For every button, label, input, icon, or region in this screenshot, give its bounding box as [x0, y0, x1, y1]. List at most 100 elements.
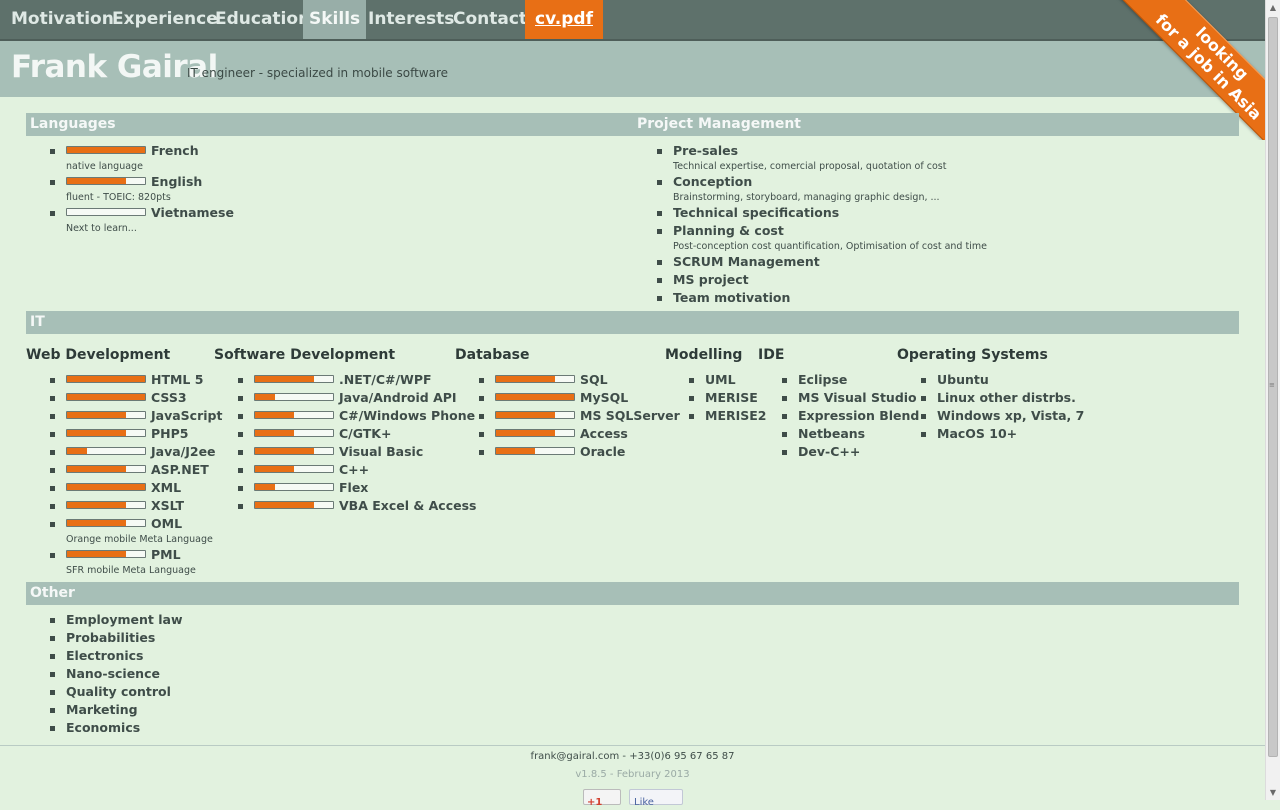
list-item: Probabilities: [50, 629, 350, 647]
list-item: PML: [50, 546, 215, 564]
cv-pdf-link[interactable]: cv.pdf: [525, 0, 603, 39]
bullet-icon: [689, 414, 694, 419]
footer-version: v1.8.5 - February 2013: [575, 769, 690, 780]
nav-skills[interactable]: Skills: [303, 0, 367, 39]
google-plus-button[interactable]: +1: [583, 789, 621, 808]
skill-level-fill: [255, 430, 294, 436]
scroll-up-icon[interactable]: ▲: [1266, 0, 1280, 15]
bullet-icon: [50, 726, 55, 731]
list-item-label: Expression Blend: [798, 408, 920, 423]
list-item: C#/Windows Phone: [238, 407, 475, 425]
list-item: Quality control: [50, 683, 350, 701]
list-item-note: Technical expertise, comercial proposal,…: [673, 161, 947, 172]
bullet-icon: [50, 654, 55, 659]
nav-education[interactable]: Education: [209, 0, 316, 39]
list-item-label: MacOS 10+: [937, 426, 1018, 441]
bullet-icon: [50, 180, 55, 185]
list-item-label: Vietnamese: [151, 205, 234, 220]
section-title-other: Other: [30, 585, 75, 601]
bullet-icon: [50, 414, 55, 419]
list-item: French: [50, 142, 610, 160]
scroll-down-icon[interactable]: ▼: [1266, 785, 1280, 800]
skill-level-fill: [255, 484, 275, 490]
list-item: MERISE: [689, 389, 759, 407]
skill-level-fill: [496, 394, 574, 400]
list-item-label: Flex: [339, 480, 369, 495]
list-item-label: Team motivation: [673, 290, 791, 305]
list-item: Netbeans: [782, 425, 902, 443]
list-item-label: MERISE2: [705, 408, 767, 423]
list-item: Visual Basic: [238, 443, 458, 461]
like-label: Like: [634, 797, 654, 808]
page-subtitle: IT engineer - specialized in mobile soft…: [187, 66, 449, 80]
bullet-icon: [50, 211, 55, 216]
list-item-label: French: [151, 143, 199, 158]
bullet-icon: [657, 211, 662, 216]
operating-systems-list: Ubuntu Linux other distrbs. Windows xp, Vi…: [921, 371, 1084, 443]
nav-interests[interactable]: Interests: [362, 0, 460, 39]
list-item-label: C#/Windows Phone: [339, 408, 476, 423]
skills-top-bar: Languages Project Management: [26, 113, 1239, 136]
list-item: MERISE2: [689, 407, 767, 425]
bullet-icon: [657, 180, 662, 185]
skill-level-meter: [495, 429, 575, 437]
modelling-list: UML MERISE MERISE2: [689, 371, 767, 425]
skill-level-fill: [67, 430, 126, 436]
footer-divider: [0, 745, 1265, 746]
bullet-icon: [479, 450, 484, 455]
list-item-label: MS SQLServer: [580, 408, 680, 423]
web-development-list: HTML 5 CSS3 JavaScript PHP5 Java/J2ee ASP.NET…: [50, 371, 222, 577]
skill-level-fill: [67, 520, 126, 526]
database-list: SQL MySQL MS SQLServer Access Oracle: [479, 371, 680, 461]
grip-icon: ≡: [1269, 381, 1275, 389]
bullet-icon: [238, 504, 243, 509]
list-item-label: MERISE: [705, 390, 758, 405]
bullet-icon: [50, 636, 55, 641]
list-item-label: Java/J2ee: [151, 444, 216, 459]
list-item-label: VBA Excel & Access: [339, 498, 477, 513]
nav-experience[interactable]: Experience: [106, 0, 224, 39]
list-item-label: Visual Basic: [339, 444, 424, 459]
top-nav: Motivation Experience Education Skills I…: [0, 0, 1265, 41]
bullet-icon: [238, 414, 243, 419]
skill-level-meter: [66, 501, 146, 509]
list-item: Marketing: [50, 701, 350, 719]
list-item: Technical specifications: [657, 204, 1217, 222]
skill-level-meter: [66, 375, 146, 383]
list-item: Pre-sales: [657, 142, 1217, 160]
skill-level-meter: [66, 208, 146, 216]
ide-heading: IDE: [758, 347, 785, 363]
list-item-label: Netbeans: [798, 426, 866, 441]
bullet-icon: [50, 504, 55, 509]
list-item-label: Conception: [673, 174, 753, 189]
skill-level-fill: [67, 551, 126, 557]
vertical-scrollbar[interactable]: ▲ ≡ ▼: [1265, 0, 1280, 800]
bullet-icon: [50, 618, 55, 623]
list-item: XSLT: [50, 497, 215, 515]
section-bar-it: IT: [26, 311, 1239, 334]
nav-motivation[interactable]: Motivation: [5, 0, 120, 39]
list-item-label: SQL: [580, 372, 608, 387]
skill-level-meter: [254, 501, 334, 509]
bullet-icon: [782, 396, 787, 401]
bullet-icon: [921, 414, 926, 419]
list-item-label: PHP5: [151, 426, 189, 441]
skill-level-meter: [254, 465, 334, 473]
nav-contact[interactable]: Contact: [447, 0, 533, 39]
list-item: VBA Excel & Access: [238, 497, 476, 515]
list-item-note: Brainstorming, storyboard, managing grap…: [673, 192, 940, 203]
modelling-heading: Modelling: [665, 347, 743, 363]
list-item-label: ASP.NET: [151, 462, 209, 477]
bullet-icon: [657, 229, 662, 234]
skill-level-fill: [496, 448, 535, 454]
section-title-languages: Languages: [30, 116, 116, 132]
bullet-icon: [50, 708, 55, 713]
list-item: Dev-C++: [782, 443, 902, 461]
facebook-like-button[interactable]: Like: [629, 789, 683, 808]
skill-level-fill: [67, 147, 145, 153]
page-header: Frank Gairal IT engineer - specialized i…: [0, 41, 1265, 97]
list-item: Linux other distrbs.: [921, 389, 1076, 407]
project-management-list: Pre-sales Technical expertise, comercial …: [657, 142, 1217, 307]
bullet-icon: [782, 378, 787, 383]
list-item-label: Access: [580, 426, 628, 441]
